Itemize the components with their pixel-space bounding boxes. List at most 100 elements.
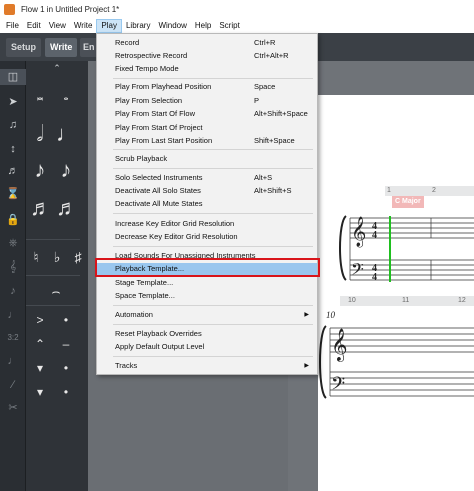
menu-separator bbox=[113, 168, 313, 169]
panel-divider bbox=[26, 305, 80, 306]
menu-item-reset-playback-overrides[interactable]: Reset Playback Overrides bbox=[97, 328, 317, 340]
menu-separator bbox=[113, 246, 313, 247]
panel-divider bbox=[26, 275, 80, 276]
menu-item-scrub-playback[interactable]: Scrub Playback bbox=[97, 153, 317, 165]
rest-toggle-icon[interactable]: ↕ bbox=[0, 143, 26, 155]
menu-item-retrospective-record[interactable]: Retrospective Record Ctrl+Alt+R bbox=[97, 50, 317, 62]
whole-note-icon[interactable]: 𝅝 bbox=[56, 89, 76, 104]
menu-separator bbox=[113, 356, 313, 357]
menu-separator bbox=[113, 324, 313, 325]
menu-item-decrease-grid[interactable]: Decrease Key Editor Grid Resolution bbox=[97, 231, 317, 243]
play-menu-dropdown: Record Ctrl+R Retrospective Record Ctrl+… bbox=[96, 33, 318, 375]
unstress-icon[interactable]: ▾ bbox=[30, 385, 50, 399]
sixteenth-note-icon[interactable]: ♪ bbox=[56, 157, 76, 183]
accent-icon[interactable]: > bbox=[30, 313, 50, 327]
notes-input-icon[interactable]: ♫ bbox=[0, 119, 26, 131]
menu-item-increase-grid[interactable]: Increase Key Editor Grid Resolution bbox=[97, 218, 317, 230]
thirty-second-note-icon[interactable]: ♬ bbox=[30, 195, 52, 221]
bass-clef-icon: 𝄢 bbox=[351, 259, 364, 283]
menu-bar: File Edit View Write Play Library Window… bbox=[0, 19, 474, 33]
chevron-up-icon[interactable]: ⌃ bbox=[47, 63, 67, 74]
eighth-note-icon[interactable]: ♪ bbox=[30, 157, 50, 183]
flat-icon[interactable]: ♭ bbox=[47, 249, 67, 266]
engrave-mode-button[interactable]: En bbox=[80, 38, 96, 57]
grace-notes-icon[interactable]: ⌛ bbox=[0, 187, 26, 200]
bar-number-11: 11 bbox=[402, 297, 410, 304]
bass-clef-icon: 𝄢 bbox=[331, 374, 345, 399]
left-toolbox: ◫ ➤ ♫ ↕ ♬ ⌛ 🔒 ⎈ 𝄞 ♪ ♩ 3:2 ♩ ∕ ✂ bbox=[0, 61, 26, 491]
panel-toggle-icon[interactable]: ◫ bbox=[0, 69, 26, 85]
bar-ruler-system-2: 10 11 12 bbox=[340, 296, 474, 306]
menu-script[interactable]: Script bbox=[215, 19, 243, 33]
submenu-arrow-icon: ▶ bbox=[304, 312, 309, 318]
menu-view[interactable]: View bbox=[45, 19, 70, 33]
menu-item-deactivate-solo[interactable]: Deactivate All Solo States Alt+Shift+S bbox=[97, 185, 317, 197]
treble-clef-icon: 𝄞 bbox=[331, 328, 348, 362]
menu-file[interactable]: File bbox=[2, 19, 23, 33]
ornament-icon[interactable]: ♩ bbox=[0, 309, 26, 321]
menu-item-automation[interactable]: Automation ▶ bbox=[97, 309, 317, 321]
bar-number-12: 12 bbox=[458, 297, 466, 304]
second-system-staves: 𝄞 𝄢 bbox=[319, 325, 474, 399]
menu-item-deactivate-mute[interactable]: Deactivate All Mute States bbox=[97, 198, 317, 210]
menu-separator bbox=[113, 149, 313, 150]
write-mode-button[interactable]: Write bbox=[45, 38, 78, 57]
staccatissimo-icon[interactable]: ▾ bbox=[30, 361, 50, 375]
menu-play[interactable]: Play bbox=[96, 19, 122, 33]
chord-input-icon[interactable]: ♬ bbox=[0, 165, 26, 177]
bar-number-2: 2 bbox=[432, 187, 436, 194]
menu-separator bbox=[113, 213, 313, 214]
breve-note-icon[interactable]: 𝅜 bbox=[30, 89, 50, 104]
menu-edit[interactable]: Edit bbox=[23, 19, 45, 33]
menu-separator bbox=[113, 78, 313, 79]
quarter-note-icon[interactable]: ♩ bbox=[56, 121, 78, 147]
sharp-icon[interactable]: ♯ bbox=[68, 249, 88, 265]
menu-item-solo-selected[interactable]: Solo Selected Instruments Alt+S bbox=[97, 172, 317, 184]
treble-clef-icon: 𝄞 bbox=[351, 216, 366, 248]
staccato-icon[interactable]: • bbox=[56, 313, 76, 327]
pitch-icon[interactable]: ♪ bbox=[0, 285, 26, 297]
submenu-arrow-icon: ▶ bbox=[304, 363, 309, 369]
slash-icon[interactable]: ∕ bbox=[0, 379, 26, 391]
setup-mode-button[interactable]: Setup bbox=[6, 38, 42, 57]
menu-item-play-from-selection[interactable]: Play From Selection P bbox=[97, 95, 317, 107]
lock-duration-icon[interactable]: 🔒 bbox=[0, 213, 26, 226]
top-system-staves: 𝄞 𝄢 4 4 4 4 bbox=[339, 215, 474, 283]
panel-divider bbox=[26, 239, 80, 240]
menu-library[interactable]: Library bbox=[122, 19, 154, 33]
menu-help[interactable]: Help bbox=[191, 19, 215, 33]
menu-write[interactable]: Write bbox=[70, 19, 97, 33]
menu-item-record[interactable]: Record Ctrl+R bbox=[97, 37, 317, 49]
natural-icon[interactable]: ♮ bbox=[26, 249, 46, 266]
svg-text:4: 4 bbox=[372, 230, 377, 241]
insert-mode-icon[interactable]: ⎈ bbox=[0, 237, 26, 250]
menu-item-stage-template[interactable]: Stage Template... bbox=[97, 277, 317, 289]
key-signature-badge[interactable]: C Major bbox=[392, 196, 424, 208]
half-note-icon[interactable]: 𝅗𝅥 bbox=[30, 121, 50, 147]
force-duration-icon[interactable]: 𝄞 bbox=[0, 261, 26, 274]
marcato-icon[interactable]: ⌃ bbox=[30, 337, 50, 351]
bar-ruler: 1 2 bbox=[385, 186, 474, 196]
menu-item-tracks[interactable]: Tracks ▶ bbox=[97, 360, 317, 372]
sixty-fourth-note-icon[interactable]: ♬ bbox=[56, 195, 78, 221]
notes-panel: ⌃ 𝅜 𝅝 𝅗𝅥 ♩ ♪ ♪ ♬ ♬ ♮ ♭ ♯ ⌢ > • ⌃ – ▾ • ▾ … bbox=[26, 61, 88, 491]
system-bar-number: 10 bbox=[326, 310, 335, 320]
menu-item-play-from-start-of-flow[interactable]: Play From Start Of Flow Alt+Shift+Space bbox=[97, 108, 317, 120]
cue-note-icon[interactable]: ♩ bbox=[0, 355, 26, 367]
menu-window[interactable]: Window bbox=[154, 19, 190, 33]
tuplet-icon[interactable]: 3:2 bbox=[0, 333, 26, 342]
bar-number-10: 10 bbox=[348, 297, 356, 304]
tenuto-icon[interactable]: – bbox=[56, 337, 76, 351]
scissors-icon[interactable]: ✂ bbox=[0, 401, 26, 414]
menu-item-play-from-start-of-project[interactable]: Play From Start Of Project bbox=[97, 122, 317, 134]
slur-icon[interactable]: ⌢ bbox=[38, 283, 74, 300]
menu-item-space-template[interactable]: Space Template... bbox=[97, 290, 317, 302]
highlight-outline bbox=[95, 258, 320, 277]
menu-item-play-from-last-start[interactable]: Play From Last Start Position Shift+Spac… bbox=[97, 135, 317, 147]
select-arrow-icon[interactable]: ➤ bbox=[0, 95, 26, 108]
tenuto-staccato-icon[interactable]: • bbox=[56, 385, 76, 399]
stress-icon[interactable]: • bbox=[56, 361, 76, 375]
menu-item-play-from-playhead[interactable]: Play From Playhead Position Space bbox=[97, 81, 317, 93]
menu-item-fixed-tempo[interactable]: Fixed Tempo Mode bbox=[97, 63, 317, 75]
menu-item-apply-default-output[interactable]: Apply Default Output Level bbox=[97, 341, 317, 353]
